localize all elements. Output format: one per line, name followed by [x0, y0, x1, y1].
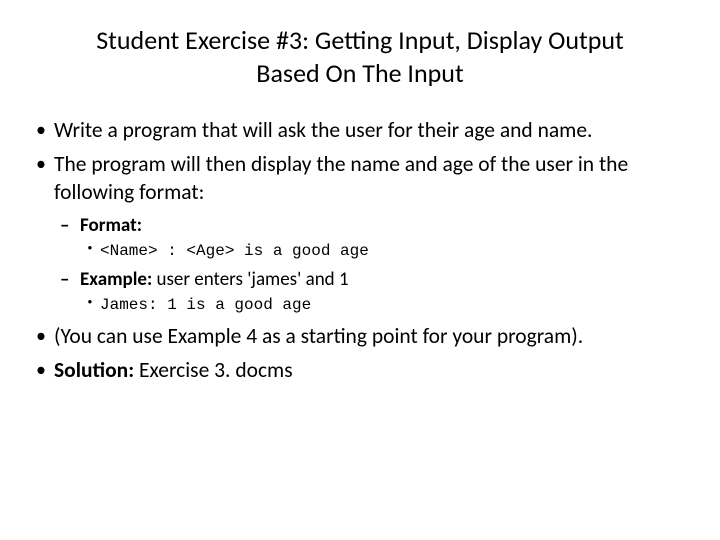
sub-sub-list: James: 1 is a good age: [80, 294, 688, 316]
bullet-item: Write a program that will ask the user f…: [32, 117, 688, 145]
sub-list: Format: <Name> : <Age> is a good age Exa…: [54, 213, 688, 317]
bullet-item: Solution: Exercise 3. docms: [32, 357, 688, 385]
format-code: <Name> : <Age> is a good age: [80, 240, 688, 262]
bullet-text: The program will then display the name a…: [54, 151, 628, 205]
example-code: James: 1 is a good age: [80, 294, 688, 316]
sub-sub-list: <Name> : <Age> is a good age: [80, 240, 688, 262]
sub-item: Format: <Name> : <Age> is a good age: [54, 213, 688, 263]
bullet-item: (You can use Example 4 as a starting poi…: [32, 323, 688, 351]
example-label: Example:: [80, 268, 152, 291]
solution-value: Exercise 3. docms: [134, 357, 292, 383]
slide-title: Student Exercise #3: Getting Input, Disp…: [32, 24, 688, 89]
bullet-list: Write a program that will ask the user f…: [32, 117, 688, 385]
bullet-item: The program will then display the name a…: [32, 151, 688, 317]
sub-item: Example: user enters 'james' and 1 James…: [54, 267, 688, 317]
solution-label: Solution:: [54, 357, 134, 383]
example-text: user enters 'james' and 1: [152, 268, 348, 291]
format-label: Format:: [80, 214, 142, 237]
